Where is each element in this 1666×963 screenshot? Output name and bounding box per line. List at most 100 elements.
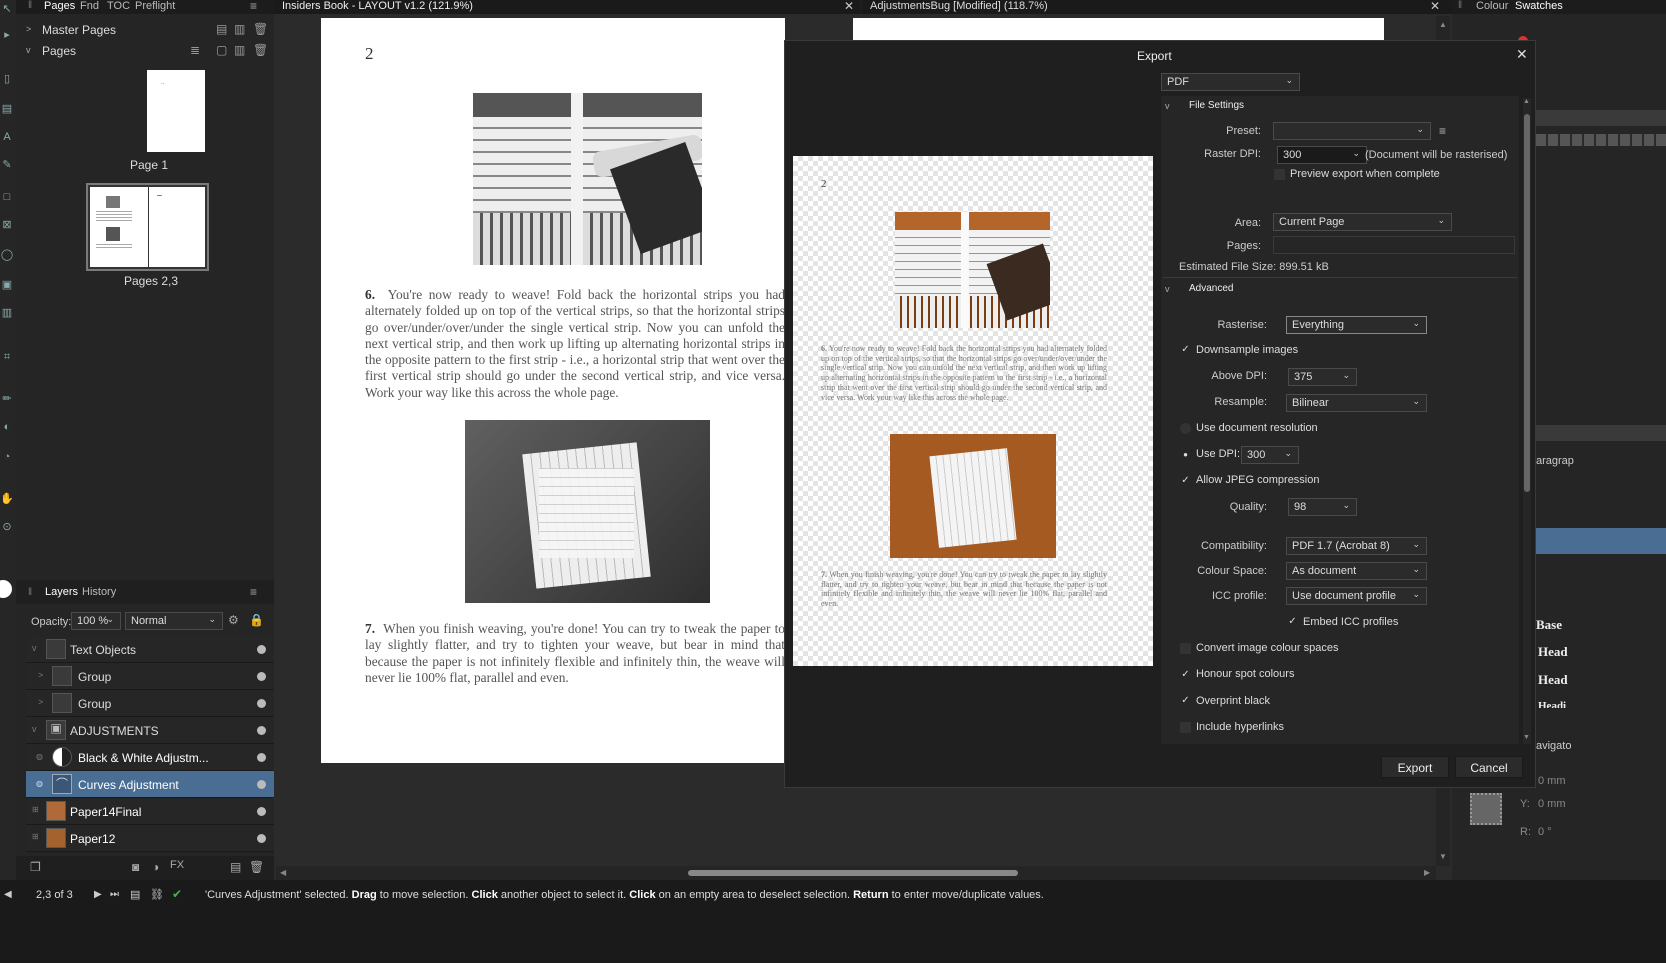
file-settings-header[interactable]: File Settings xyxy=(1189,100,1244,111)
resample-dropdown[interactable]: Bilinear ⌄ xyxy=(1286,394,1427,412)
delete-page-icon[interactable]: 🗑 xyxy=(253,43,268,57)
pointer-tool-icon[interactable]: ↖ xyxy=(0,2,14,16)
layer-options-icon[interactable]: ❐ xyxy=(30,860,41,874)
export-button[interactable]: Export xyxy=(1381,756,1449,778)
pen-tool-icon[interactable]: ✎ xyxy=(0,158,14,172)
style-heading[interactable]: Headi xyxy=(1538,700,1566,708)
layer-row-group[interactable]: > Group xyxy=(26,690,276,717)
close-dialog-icon[interactable]: ✕ xyxy=(1516,46,1528,63)
vector-crop-tool-icon[interactable]: ▥ xyxy=(0,306,14,320)
visibility-dot-icon[interactable] xyxy=(257,672,266,681)
scroll-thumb[interactable] xyxy=(688,870,1018,876)
visibility-dot-icon[interactable] xyxy=(257,645,266,654)
ellipse-tool-icon[interactable]: ◯ xyxy=(0,248,14,262)
advanced-header[interactable]: Advanced xyxy=(1189,283,1233,294)
prev-page-icon[interactable]: ◀ xyxy=(4,889,12,900)
fx-icon[interactable]: FX xyxy=(170,859,184,871)
hand-tool-icon[interactable]: ✋ xyxy=(0,492,14,506)
chevron-down-icon[interactable]: v xyxy=(32,724,37,734)
delete-master-icon[interactable]: 🗑 xyxy=(253,22,268,36)
visibility-dot-icon[interactable] xyxy=(257,780,266,789)
add-layer-icon[interactable]: ▤ xyxy=(230,860,241,874)
visibility-dot-icon[interactable] xyxy=(257,807,266,816)
use-dpi-radio[interactable]: ● xyxy=(1180,449,1191,460)
quality-dropdown[interactable]: 98 ⌄ xyxy=(1288,498,1357,516)
tab-preflight[interactable]: Preflight xyxy=(135,0,175,12)
frame-text-tool-icon[interactable]: ▯ xyxy=(0,72,14,86)
preset-menu-icon[interactable]: ≡ xyxy=(1439,124,1446,138)
embed-icc-checkbox[interactable]: ✓ xyxy=(1287,616,1298,627)
use-dpi-dropdown[interactable]: 300 ⌄ xyxy=(1241,446,1299,464)
weaving-photo-2[interactable] xyxy=(465,420,710,603)
artistic-text-tool-icon[interactable]: A xyxy=(0,130,14,144)
last-page-icon[interactable]: ⏭ xyxy=(110,889,119,900)
overprint-black-checkbox[interactable]: ✓ xyxy=(1180,695,1191,706)
pages-input[interactable] xyxy=(1273,236,1515,254)
pages23-thumbnail[interactable] xyxy=(86,183,209,271)
tab-find[interactable]: Fnd xyxy=(80,0,99,12)
chevron-down-icon[interactable]: v xyxy=(1165,284,1170,294)
tab-swatches[interactable]: Swatches xyxy=(1515,0,1563,12)
document-tab-1[interactable]: Insiders Book - LAYOUT v1.2 (121.9%) ✕ xyxy=(274,0,860,14)
adjustment-icon[interactable]: ◑ xyxy=(152,860,159,874)
convert-colour-checkbox[interactable] xyxy=(1180,643,1191,654)
honour-spot-checkbox[interactable]: ✓ xyxy=(1180,669,1191,680)
zoom-tool-icon[interactable]: ⊙ xyxy=(0,520,14,534)
visibility-dot-icon[interactable] xyxy=(257,834,266,843)
tab-pages[interactable]: Pages xyxy=(44,0,75,12)
picture-frame-tool-icon[interactable]: ⊠ xyxy=(0,218,14,232)
delete-layer-icon[interactable]: 🗑 xyxy=(249,860,264,874)
pencil-tool-icon[interactable]: ✏ xyxy=(0,392,14,406)
r-value[interactable]: 0 ° xyxy=(1538,826,1552,838)
weaving-photo-1[interactable] xyxy=(473,93,702,265)
mask-icon[interactable]: ◙ xyxy=(132,860,139,874)
fill-tool-icon[interactable]: ◐ xyxy=(0,420,14,434)
chevron-right-icon[interactable]: > xyxy=(26,24,31,34)
preset-dropdown[interactable]: ⌄ xyxy=(1273,122,1431,140)
icc-profile-dropdown[interactable]: Use document profile ⌄ xyxy=(1286,587,1427,605)
layers-menu-icon[interactable]: ≡ xyxy=(250,585,257,599)
preflight-ok-icon[interactable]: ✔ xyxy=(172,887,182,901)
panel-menu-icon[interactable]: ≡ xyxy=(250,0,257,13)
chevron-down-icon[interactable]: v xyxy=(1165,101,1170,111)
rasterise-dropdown[interactable]: Everything ⌄ xyxy=(1286,316,1427,334)
document-tab-2[interactable]: AdjustmentsBug [Modified] (118.7%) ✕ xyxy=(862,0,1452,14)
gear-icon[interactable]: ⚙ xyxy=(228,613,239,627)
place-image-tool-icon[interactable]: ▣ xyxy=(0,278,14,292)
tab-colour[interactable]: Colour xyxy=(1476,0,1508,12)
cancel-button[interactable]: Cancel xyxy=(1455,756,1523,778)
layer-row-adjustments[interactable]: v ▣ ADJUSTMENTS xyxy=(26,717,276,744)
add-page-icon[interactable]: ▢ xyxy=(216,43,227,57)
fill-color-swatch[interactable] xyxy=(0,580,12,598)
above-dpi-dropdown[interactable]: 375 ⌄ xyxy=(1288,368,1357,386)
style-heading[interactable]: Head xyxy=(1538,672,1568,688)
next-page-icon[interactable]: ▶ xyxy=(94,889,102,900)
transform-anchor-icon[interactable] xyxy=(1470,793,1502,825)
layer-row-curves-adjustment[interactable]: ◍ ⌒ Curves Adjustment xyxy=(26,771,276,798)
compatibility-dropdown[interactable]: PDF 1.7 (Acrobat 8) ⌄ xyxy=(1286,537,1427,555)
blend-mode-dropdown[interactable]: Normal ⌄ xyxy=(125,612,223,630)
jpeg-checkbox[interactable]: ✓ xyxy=(1180,475,1191,486)
downsample-checkbox[interactable]: ✓ xyxy=(1180,344,1191,355)
visibility-dot-icon[interactable] xyxy=(257,753,266,762)
layer-row-text-objects[interactable]: v Text Objects xyxy=(26,636,276,663)
pages-section-label[interactable]: Pages xyxy=(42,44,76,58)
visibility-dot-icon[interactable] xyxy=(257,726,266,735)
duplicate-page-icon[interactable]: ▥ xyxy=(234,43,245,57)
preview-checkbox[interactable] xyxy=(1274,169,1285,180)
tab-history[interactable]: History xyxy=(82,586,116,598)
layer-row-paper14final[interactable]: ⊞ Paper14Final xyxy=(26,798,276,825)
duplicate-master-icon[interactable]: ▥ xyxy=(234,22,245,36)
area-dropdown[interactable]: Current Page ⌄ xyxy=(1273,213,1452,231)
use-doc-res-radio[interactable] xyxy=(1180,423,1191,434)
add-master-icon[interactable]: ▤ xyxy=(216,22,227,36)
style-base[interactable]: Base xyxy=(1536,617,1562,633)
link-icon[interactable]: ⛓ xyxy=(150,888,164,901)
page-view-icon[interactable]: ▤ xyxy=(130,888,140,901)
transparency-tool-icon[interactable]: ◔ xyxy=(0,450,14,464)
rectangle-tool-icon[interactable]: □ xyxy=(0,190,14,204)
layer-row-bw-adjustment[interactable]: ◍ Black & White Adjustm... xyxy=(26,744,276,771)
chevron-down-icon[interactable]: v xyxy=(26,45,31,55)
crop-tool-icon[interactable]: ⌗ xyxy=(0,350,14,364)
y-value[interactable]: 0 mm xyxy=(1538,798,1566,810)
